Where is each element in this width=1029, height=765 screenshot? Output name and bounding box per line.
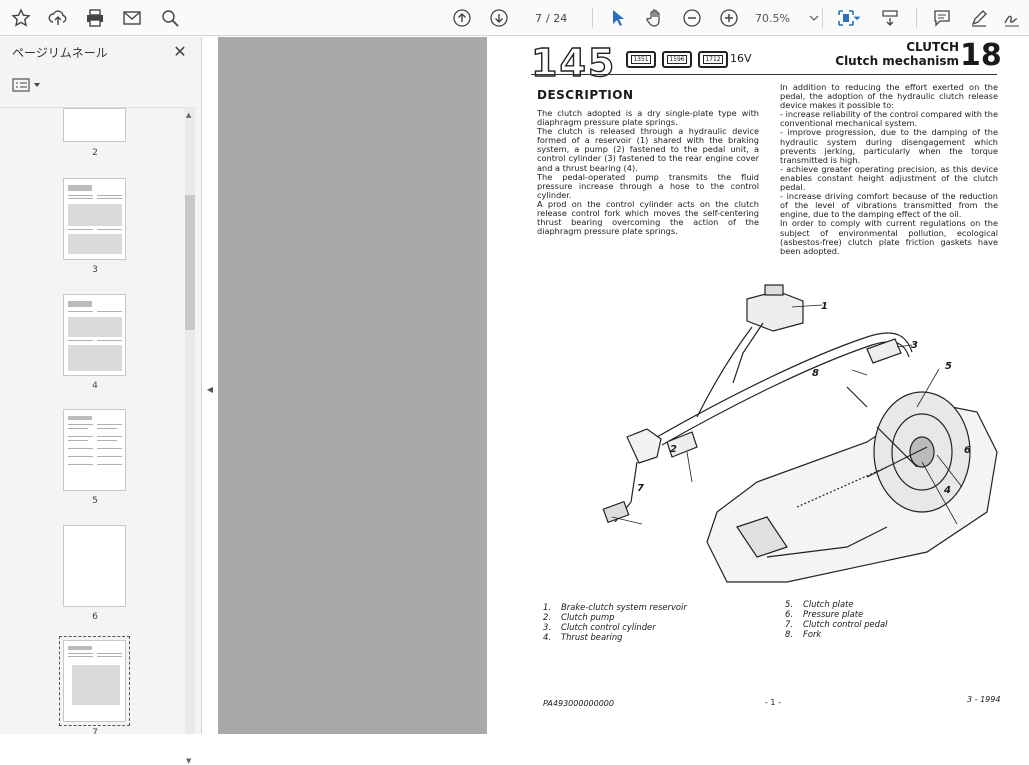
thumbnail-label: 5	[92, 496, 98, 506]
page-total: / 24	[546, 11, 568, 25]
sidebar-scroll-thumb[interactable]	[185, 195, 195, 330]
engine-badge: 1712	[698, 51, 728, 68]
paragraph: - increase driving comfort because of th…	[780, 191, 998, 220]
document-page: 145 1351 1596 1712 16V CLUTCH Clutch mec…	[487, 37, 1029, 734]
zoom-out-icon[interactable]	[678, 4, 706, 32]
paragraph: In addition to reducing the effort exert…	[780, 82, 998, 111]
list-options-icon	[12, 78, 30, 92]
paragraph: - improve progression, due to the dampin…	[780, 127, 998, 165]
footer-code: PA493000000000	[543, 699, 614, 708]
callout-label: 1	[821, 301, 828, 312]
toolbar-divider	[592, 8, 593, 28]
callout-label: 2	[670, 444, 677, 455]
legend-item: 2. Clutch pump	[543, 612, 615, 622]
engine-badge: 1596	[662, 51, 692, 68]
paragraph: The pedal-operated pump transmits the fl…	[537, 171, 759, 200]
hand-tool-icon[interactable]	[641, 4, 669, 32]
sidebar-title: ページリムネール	[12, 46, 108, 60]
header-rule	[531, 74, 997, 75]
thumbnail-label: 7	[92, 728, 98, 734]
select-cursor-icon[interactable]	[604, 4, 632, 32]
toolbar-divider	[916, 8, 917, 28]
page-indicator: / 24	[520, 8, 567, 28]
legend-item: 5. Clutch plate	[785, 599, 854, 609]
thumbnail-page-7[interactable]	[59, 636, 130, 726]
callout-label: 5	[945, 361, 952, 372]
legend-right: 5. Clutch plate 6. Pressure plate 7. Clutch…	[785, 599, 985, 639]
legend-item: 4. Thrust bearing	[543, 632, 623, 642]
thumbnail-sidebar: ページリムネール ✕ 2 3 4 5 6 7 ▲ ▼	[0, 37, 202, 765]
zoom-search-icon[interactable]	[156, 4, 184, 32]
right-column: In addition to reducing the effort exert…	[780, 82, 998, 256]
group-number: 18	[960, 38, 1002, 73]
zoom-in-icon[interactable]	[715, 4, 743, 32]
thumbnail-list: 2 3 4 5 6 7	[0, 107, 197, 734]
model-number: 145	[530, 40, 617, 85]
left-column: The clutch adopted is a dry single-plate…	[537, 108, 759, 237]
thumbnail-page-2[interactable]	[63, 108, 126, 142]
chevron-down-icon	[34, 83, 40, 87]
thumbnail-label: 6	[92, 612, 98, 622]
thumbnail-page-5[interactable]	[63, 409, 126, 491]
page-down-icon[interactable]	[485, 4, 513, 32]
footer-page-number: - 1 -	[765, 698, 781, 707]
paragraph: The clutch is released through a hydraul…	[537, 126, 759, 173]
paragraph: A prod on the control cylinder acts on t…	[537, 198, 759, 237]
toolbar-divider	[822, 8, 823, 28]
upload-cloud-icon[interactable]	[44, 4, 72, 32]
print-icon[interactable]	[81, 4, 109, 32]
scroll-up-icon[interactable]: ▲	[186, 111, 191, 119]
legend-left: 1. Brake-clutch system reservoir 2. Clutch…	[543, 602, 763, 642]
paragraph: - achieve greater operating precision, a…	[780, 163, 998, 193]
legend-item: 3. Clutch control cylinder	[543, 622, 656, 632]
callout-label: 4	[944, 485, 951, 496]
engine-badge: 1351	[626, 51, 656, 68]
thumbnail-page-4[interactable]	[63, 294, 126, 376]
scroll-mode-icon[interactable]	[876, 4, 904, 32]
callout-label: 6	[964, 445, 971, 456]
thumbnail-label: 3	[92, 265, 98, 275]
close-icon[interactable]: ✕	[170, 41, 190, 61]
callout-label: 3	[911, 340, 918, 351]
main-toolbar: / 24 70.5%	[0, 0, 1029, 36]
bookmark-star-icon[interactable]	[7, 4, 35, 32]
thumbnail-label: 4	[92, 381, 98, 391]
chevron-down-icon[interactable]	[800, 4, 828, 32]
section-title: CLUTCH	[906, 40, 959, 54]
subsection-title: Clutch mechanism	[835, 54, 959, 68]
page-up-icon[interactable]	[448, 4, 476, 32]
sign-icon[interactable]	[998, 4, 1026, 32]
callout-label: 8	[812, 368, 819, 379]
paragraph: The clutch adopted is a dry single-plate…	[537, 108, 759, 128]
sidebar-header: ページリムネール ✕	[0, 37, 202, 67]
scroll-down-icon[interactable]: ▼	[186, 757, 191, 765]
thumbnail-page-6[interactable]	[63, 525, 126, 607]
legend-item: 7. Clutch control pedal	[785, 619, 888, 629]
description-heading: DESCRIPTION	[537, 88, 634, 102]
page-number-input[interactable]	[520, 9, 542, 27]
callout-label: 7	[637, 483, 644, 494]
zoom-level[interactable]: 70.5%	[755, 8, 795, 28]
pen-icon[interactable]	[965, 4, 993, 32]
thumbnail-label: 2	[92, 148, 98, 158]
legend-item: 6. Pressure plate	[785, 609, 864, 619]
thumbnail-page-3[interactable]	[63, 178, 126, 260]
engine-suffix: 16V	[730, 52, 752, 65]
footer-date: 3 - 1994	[967, 695, 1001, 704]
paragraph: - increase reliability of the control co…	[780, 109, 998, 129]
collapse-sidebar-icon[interactable]: ◀	[204, 382, 216, 396]
legend-item: 1. Brake-clutch system reservoir	[543, 602, 687, 612]
legend-item: 8. Fork	[785, 629, 822, 639]
clutch-mechanism-diagram	[602, 284, 998, 583]
fit-menu-chevron-icon[interactable]	[850, 4, 864, 32]
email-icon[interactable]	[118, 4, 146, 32]
thumbnail-options-button[interactable]	[12, 75, 46, 95]
comment-icon[interactable]	[928, 4, 956, 32]
paragraph: In order to comply with current regulati…	[780, 218, 998, 256]
